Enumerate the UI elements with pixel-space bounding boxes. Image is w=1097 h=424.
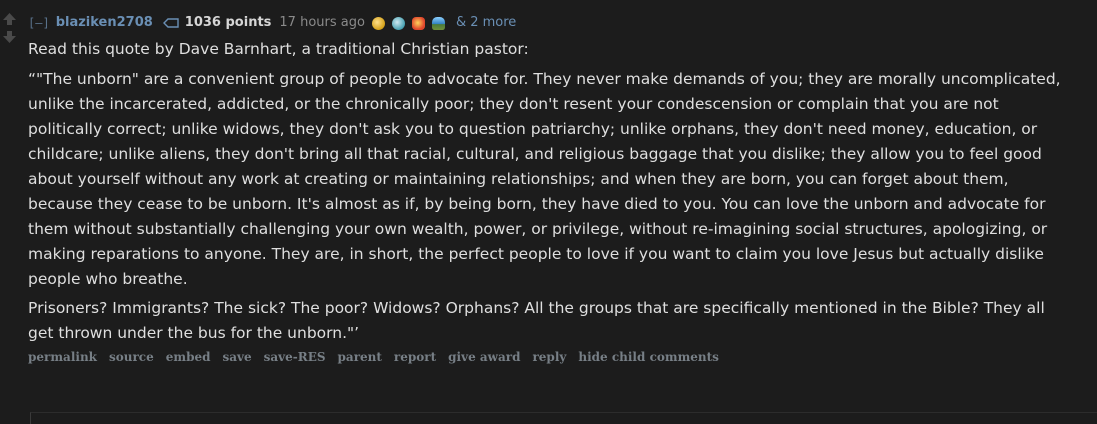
score: 1036 points — [184, 15, 272, 30]
comment-paragraph: Read this quote by Dave Barnhart, a trad… — [28, 40, 529, 58]
comment-paragraph: Prisoners? Immigrants? The sick? The poo… — [28, 299, 1045, 342]
reply-button[interactable]: reply — [532, 350, 566, 364]
parent-button[interactable]: parent — [338, 350, 382, 364]
save-button[interactable]: save — [222, 350, 251, 364]
comment: [–] blaziken2708 1036 points 17 hours ag… — [0, 0, 1097, 424]
timestamp: 17 hours ago — [279, 15, 365, 30]
report-button[interactable]: report — [394, 350, 436, 364]
child-comment-thread — [30, 412, 1097, 424]
comment-tagline: [–] blaziken2708 1036 points 17 hours ag… — [28, 0, 1089, 33]
more-awards-link[interactable]: & 2 more — [456, 14, 516, 32]
vote-arrows — [2, 12, 18, 48]
downvote-arrow-icon[interactable] — [2, 30, 17, 44]
award-beach-icon[interactable] — [431, 16, 445, 30]
collapse-toggle[interactable]: [–] — [28, 14, 50, 32]
hide-child-comments-button[interactable]: hide child comments — [578, 350, 719, 364]
comment-buttons: permalink source embed save save-RES par… — [28, 350, 1089, 364]
score-icon — [162, 18, 179, 28]
award-fire-icon[interactable] — [411, 16, 425, 30]
embed-button[interactable]: embed — [166, 350, 211, 364]
award-wholesome-icon[interactable] — [391, 16, 405, 30]
permalink-button[interactable]: permalink — [28, 350, 97, 364]
comment-paragraph: “"The unborn" are a convenient group of … — [28, 70, 1061, 288]
give-award-button[interactable]: give award — [448, 350, 520, 364]
award-gold-icon[interactable] — [371, 16, 385, 30]
comment-text: Read this quote by Dave Barnhart, a trad… — [28, 37, 1068, 346]
upvote-arrow-icon[interactable] — [2, 12, 17, 26]
comment-body: [–] blaziken2708 1036 points 17 hours ag… — [28, 0, 1089, 364]
source-button[interactable]: source — [109, 350, 154, 364]
author-link[interactable]: blaziken2708 — [56, 14, 153, 32]
save-res-button[interactable]: save-RES — [264, 350, 326, 364]
